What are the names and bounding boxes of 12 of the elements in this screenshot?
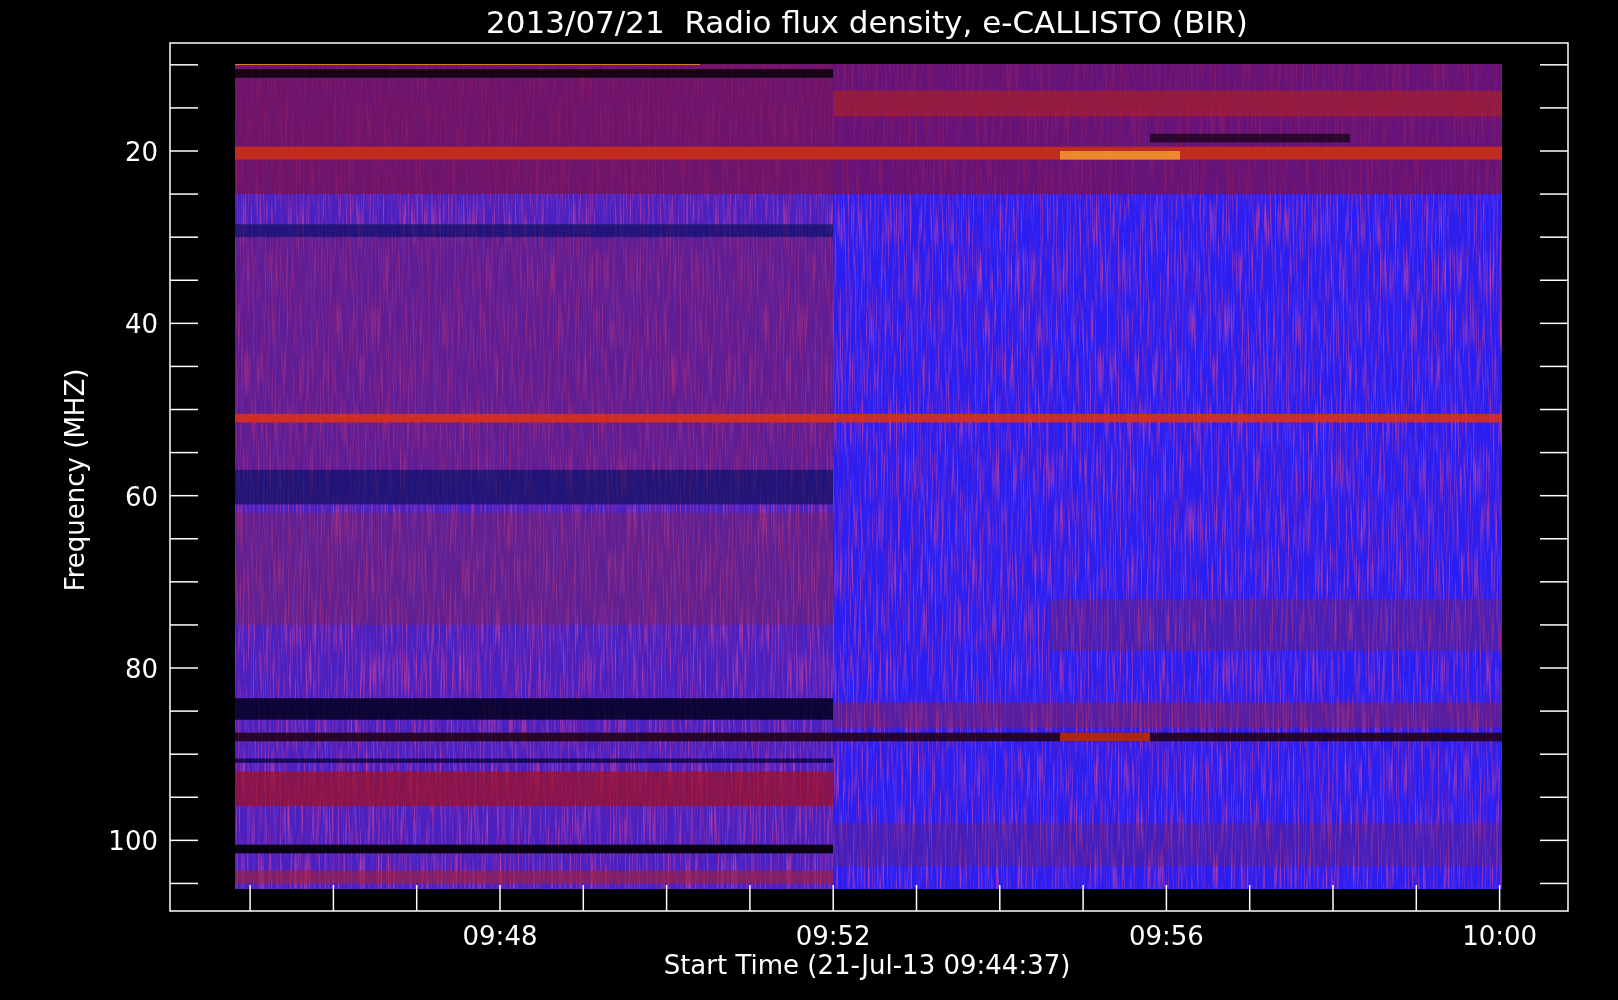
axis-tick-label: 80	[124, 654, 158, 684]
axis-tick-label: 100	[108, 826, 158, 857]
axis-tick-label: 60	[124, 481, 158, 512]
axis-tick-label: 20	[124, 137, 158, 167]
axis-tick-label: 09:48	[462, 921, 538, 951]
axis-tick-label: 10:00	[1462, 921, 1538, 951]
axis-tick-label: 09:56	[1128, 921, 1204, 951]
axis-tick-label: 09:52	[795, 921, 871, 951]
chart-title: 2013/07/21 Radio flux density, e-CALLISTO (BIR)	[486, 4, 1248, 40]
axis-label: Start Time (21-Jul-13 09:44:37)	[663, 950, 1071, 980]
axis-label: Frequency (MHZ)	[60, 368, 90, 592]
axis-tick-label: 40	[124, 309, 158, 340]
